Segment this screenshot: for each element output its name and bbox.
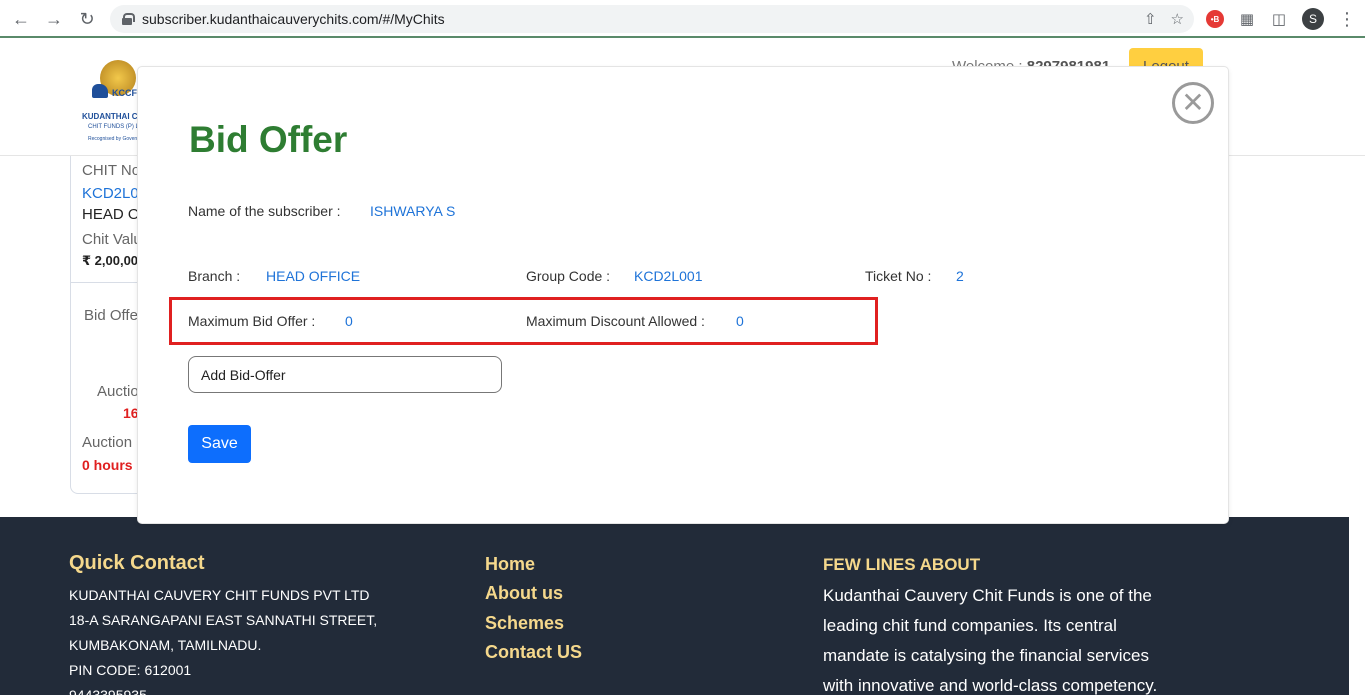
max-discount-value: 0 [736,313,744,329]
footer-link-schemes[interactable]: Schemes [485,613,564,634]
save-button[interactable]: Save [188,425,251,463]
footer-company: KUDANTHAI CAUVERY CHIT FUNDS PVT LTD [69,587,370,603]
site-footer: Quick Contact KUDANTHAI CAUVERY CHIT FUN… [0,517,1349,695]
profile-avatar[interactable]: S [1302,8,1324,30]
modal-title: Bid Offer [189,119,348,160]
ticket-label: Ticket No : [865,268,932,284]
card-auction-value: 16 [123,405,139,421]
back-arrow-icon[interactable]: ← [10,8,32,30]
group-code-label: Group Code : [526,268,611,284]
about-line: leading chit fund companies. Its central [823,616,1117,635]
footer-address-line: 18-A SARANGAPANI EAST SANNATHI STREET, [69,612,378,628]
puzzle-extensions-icon[interactable]: ▦ [1238,10,1256,28]
footer-address-line: KUMBAKONAM, TAMILNADU. [69,637,262,653]
close-icon: ✕ [1181,87,1205,118]
footer-link-about[interactable]: About us [485,583,563,604]
bid-offer-input[interactable] [188,356,502,393]
subscriber-value: ISHWARYA S [370,203,456,219]
subscriber-label: Name of the subscriber : [188,203,341,219]
chit-value: ₹ 2,00,000 [82,253,146,268]
max-bid-label: Maximum Bid Offer : [188,313,316,329]
max-discount-label: Maximum Discount Allowed : [526,313,705,329]
bookmark-star-icon[interactable]: ☆ [1171,10,1184,28]
footer-pin: PIN CODE: 612001 [69,662,192,678]
bid-offer-modal: ✕ Bid Offer Name of the subscriber : ISH… [138,67,1228,523]
quick-contact-title: Quick Contact [69,552,205,574]
lock-icon [122,13,135,25]
logo-elephant-icon [92,84,108,98]
footer-phone: 9443395935 [69,687,147,695]
browser-menu-icon[interactable]: ⋮ [1338,9,1356,30]
group-code-value: KCD2L001 [634,268,703,284]
card-bid-offer-label: Bid Offer [84,307,143,324]
forward-arrow-icon[interactable]: → [43,8,65,30]
reload-icon[interactable]: ↻ [76,8,98,30]
about-line: with innovative and world-class competen… [823,676,1158,695]
branch-value: HEAD OFFICE [266,268,361,284]
about-line: mandate is catalysing the financial serv… [823,646,1149,665]
footer-link-contact[interactable]: Contact US [485,642,582,663]
max-bid-value: 0 [345,313,353,329]
address-bar[interactable]: subscriber.kudanthaicauverychits.com/#/M… [110,5,1194,33]
browser-toolbar: ← → ↻ subscriber.kudanthaicauverychits.c… [0,0,1365,38]
extension-badge-icon[interactable]: •B [1206,10,1224,28]
about-line: Kudanthai Cauvery Chit Funds is one of t… [823,586,1152,605]
about-title: FEW LINES ABOUT [823,555,981,574]
chit-no-label: CHIT No [82,162,141,179]
share-icon[interactable]: ⇧ [1144,10,1157,28]
address-url[interactable]: subscriber.kudanthaicauverychits.com/#/M… [142,11,445,27]
logo-abbr: KCCF [112,88,137,98]
close-modal-button[interactable]: ✕ [1172,82,1214,124]
side-panel-icon[interactable]: ◫ [1270,10,1288,28]
branch-label: Branch : [188,268,241,284]
footer-link-home[interactable]: Home [485,554,535,575]
ticket-value: 2 [956,268,964,284]
page-scrollbar[interactable] [1349,517,1365,695]
card-auction-status-label: Auction S [82,434,147,451]
card-hours-value: 0 hours [82,457,133,473]
